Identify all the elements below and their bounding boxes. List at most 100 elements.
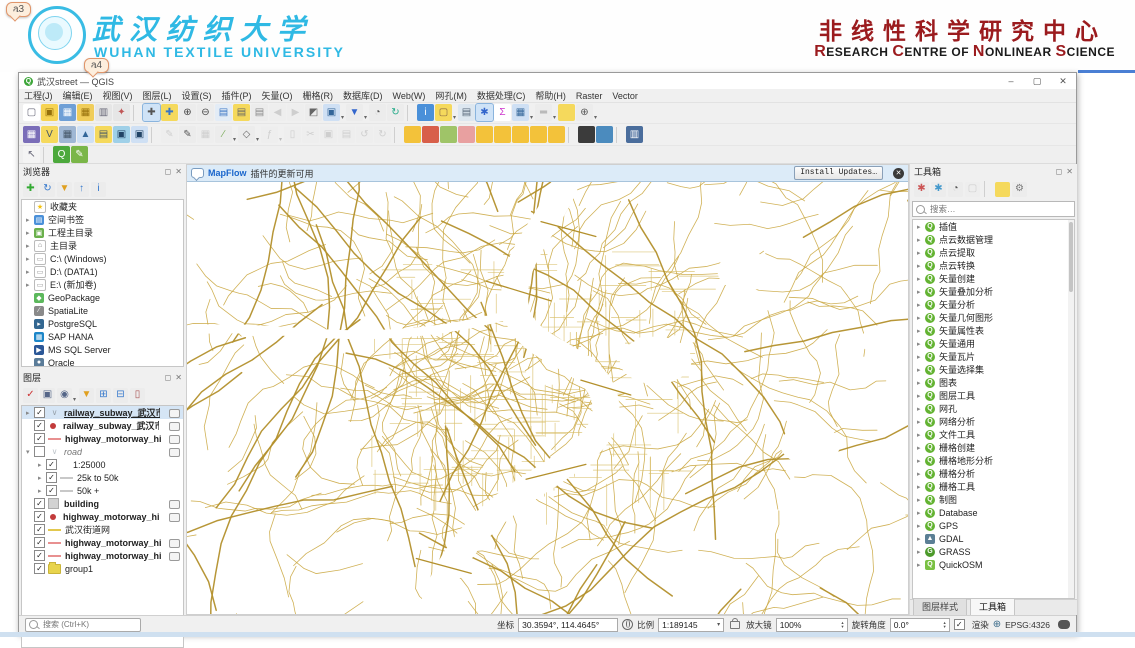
browser-item[interactable]: ◆GeoPackage bbox=[22, 291, 183, 304]
project-open-icon[interactable]: ▣ bbox=[41, 104, 58, 121]
layer-row[interactable]: ✓highway_motorway_highway_mo bbox=[22, 549, 183, 562]
layer-row[interactable]: ▸✓∨railway_subway_武汉市 bbox=[22, 406, 183, 419]
expand-arrow-icon[interactable]: ▸ bbox=[917, 249, 925, 257]
expand-arrow-icon[interactable]: ▸ bbox=[26, 409, 34, 417]
menu-item[interactable]: 栅格(R) bbox=[298, 89, 339, 102]
browser-collapse-all-icon[interactable]: ↑ bbox=[74, 182, 89, 197]
layer-checkbox[interactable] bbox=[34, 446, 45, 457]
expand-arrow-icon[interactable]: ▸ bbox=[917, 327, 925, 335]
browser-close-icon[interactable]: ✕ bbox=[175, 167, 182, 176]
zoom-to-layer-icon[interactable]: ▤ bbox=[251, 104, 268, 121]
project-save-icon[interactable]: ▦ bbox=[59, 104, 76, 121]
browser-add-layer-icon[interactable]: ✚ bbox=[23, 182, 38, 197]
refresh-map-icon[interactable]: ↻ bbox=[387, 104, 404, 121]
expand-arrow-icon[interactable]: ▸ bbox=[917, 379, 925, 387]
layer-checkbox[interactable]: ✓ bbox=[46, 472, 57, 483]
status-search-box[interactable] bbox=[25, 618, 141, 632]
expand-arrow-icon[interactable]: ▸ bbox=[38, 487, 46, 495]
toolbox-group[interactable]: ▸Q网络分析 bbox=[913, 415, 1074, 428]
layer-filter-badge[interactable] bbox=[169, 409, 180, 418]
toolbox-group[interactable]: ▸Q点云转换 bbox=[913, 259, 1074, 272]
crs-globe-icon[interactable]: ⊕ bbox=[993, 619, 1001, 630]
plugin-converter-icon[interactable] bbox=[512, 126, 529, 143]
toolbox-group[interactable]: ▸Q点云提取 bbox=[913, 246, 1074, 259]
expand-arrow-icon[interactable]: ▸ bbox=[917, 340, 925, 348]
add-mesh-layer-icon[interactable]: ▲ bbox=[77, 126, 94, 143]
menu-item[interactable]: 数据处理(C) bbox=[472, 89, 531, 102]
plugin-quickmap-services-icon[interactable] bbox=[476, 126, 493, 143]
plugin-db-manager-icon[interactable] bbox=[494, 126, 511, 143]
toolbox-results-viewer-icon[interactable]: ▢ bbox=[965, 182, 980, 197]
open-table-icon[interactable]: ▦▾ bbox=[512, 104, 529, 121]
expand-arrow-icon[interactable]: ▸ bbox=[917, 392, 925, 400]
pan-to-selection-icon[interactable]: ✚ bbox=[161, 104, 178, 121]
bookmarks-icon[interactable]: ▼▾ bbox=[346, 104, 363, 121]
status-search-input[interactable] bbox=[41, 619, 137, 630]
crs-value[interactable]: EPSG:4326 bbox=[1005, 620, 1050, 630]
toolbox-group[interactable]: ▸Q矢量几何图形 bbox=[913, 311, 1074, 324]
browser-item[interactable]: ▸PostgreSQL bbox=[22, 317, 183, 330]
zoom-native-icon[interactable]: ◩ bbox=[305, 104, 322, 121]
toolbox-close-icon[interactable]: ✕ bbox=[1066, 167, 1073, 176]
layer-checkbox[interactable]: ✓ bbox=[34, 537, 45, 548]
expand-arrow-icon[interactable]: ▸ bbox=[38, 461, 46, 469]
menu-item[interactable]: Web(W) bbox=[388, 91, 431, 101]
toolbox-options-icon[interactable]: ⚙ bbox=[1012, 182, 1027, 197]
install-updates-button[interactable]: Install Updates… bbox=[794, 166, 883, 180]
map-annotation-tool-icon[interactable]: ✎ bbox=[71, 146, 88, 163]
open-layer-styling-icon[interactable]: ✓ bbox=[23, 388, 38, 403]
zoom-to-selection-icon[interactable]: ▤ bbox=[233, 104, 250, 121]
add-wms-layer-icon[interactable]: ▣ bbox=[131, 126, 148, 143]
toolbox-help-icon[interactable] bbox=[995, 182, 1010, 197]
delete-selected-icon[interactable]: ▯ bbox=[284, 126, 301, 143]
toolbox-group[interactable]: ▸Q制图 bbox=[913, 493, 1074, 506]
expand-all-icon[interactable]: ⊞ bbox=[96, 388, 111, 403]
pan-map-icon[interactable]: ✚ bbox=[143, 104, 160, 121]
quickosm-button-icon[interactable]: Q bbox=[53, 146, 70, 163]
layer-checkbox[interactable]: ✓ bbox=[34, 433, 45, 444]
menu-item[interactable]: 视图(V) bbox=[98, 89, 138, 102]
expand-arrow-icon[interactable]: ▸ bbox=[917, 262, 925, 270]
expand-arrow-icon[interactable]: ▸ bbox=[917, 431, 925, 439]
toolbox-group[interactable]: ▸Q点云数据管理 bbox=[913, 233, 1074, 246]
menu-item[interactable]: 矢量(O) bbox=[257, 89, 298, 102]
osm-downloader-icon[interactable] bbox=[578, 126, 595, 143]
browser-item[interactable]: ★收藏夹 bbox=[22, 200, 183, 213]
paste-features-icon[interactable]: ▤ bbox=[338, 126, 355, 143]
layers-undock-icon[interactable]: ◻ bbox=[165, 373, 172, 382]
vertex-tool-icon[interactable]: ◇▾ bbox=[238, 126, 255, 143]
scale-lock-icon[interactable] bbox=[730, 621, 740, 629]
toolbox-group[interactable]: ▸Q栅格分析 bbox=[913, 467, 1074, 480]
remove-layer-icon[interactable]: ▯ bbox=[130, 388, 145, 403]
redo-icon[interactable]: ↻ bbox=[374, 126, 391, 143]
open-attribute-table-icon[interactable]: ▤ bbox=[458, 104, 475, 121]
extent-globe-icon[interactable] bbox=[622, 619, 633, 630]
expand-arrow-icon[interactable]: ▸ bbox=[917, 405, 925, 413]
plugin-gps-tools-icon[interactable] bbox=[458, 126, 475, 143]
layer-checkbox[interactable]: ✓ bbox=[46, 459, 57, 470]
expand-arrow-icon[interactable]: ▸ bbox=[917, 483, 925, 491]
add-group-icon[interactable]: ▣ bbox=[40, 388, 55, 403]
expand-arrow-icon[interactable]: ▸ bbox=[917, 223, 925, 231]
browser-item[interactable]: ▸▭D:\ (DATA1) bbox=[22, 265, 183, 278]
toolbox-group[interactable]: ▸Q栅格工具 bbox=[913, 480, 1074, 493]
toolbox-group[interactable]: ▸QDatabase bbox=[913, 506, 1074, 519]
toolbox-group[interactable]: ▸Q栅格地形分析 bbox=[913, 454, 1074, 467]
layer-checkbox[interactable]: ✓ bbox=[34, 420, 45, 431]
expand-arrow-icon[interactable]: ▸ bbox=[917, 457, 925, 465]
toolbox-group[interactable]: ▸Q图层工具 bbox=[913, 389, 1074, 402]
browser-item[interactable]: ▸▣工程主目录 bbox=[22, 226, 183, 239]
zoom-next-icon[interactable]: ▶ bbox=[287, 104, 304, 121]
coordinate-value[interactable]: 30.3594°, 114.4645° bbox=[518, 618, 618, 632]
project-new-icon[interactable]: ▢ bbox=[23, 104, 40, 121]
expand-arrow-icon[interactable]: ▸ bbox=[917, 301, 925, 309]
rotation-spinner[interactable]: 0.0°▴▾ bbox=[890, 618, 950, 632]
processing-toolbox-icon[interactable]: ✱ bbox=[476, 104, 493, 121]
toolbox-group[interactable]: ▸Q矢量选择集 bbox=[913, 363, 1074, 376]
save-edits-icon[interactable]: ▦ bbox=[197, 126, 214, 143]
messages-log-icon[interactable] bbox=[1058, 620, 1070, 629]
expand-arrow-icon[interactable]: ▸ bbox=[917, 509, 925, 517]
browser-refresh-icon[interactable]: ↻ bbox=[40, 182, 55, 197]
toolbox-models-icon[interactable]: ✱ bbox=[914, 182, 929, 197]
add-delimited-text-icon[interactable]: ▤ bbox=[95, 126, 112, 143]
